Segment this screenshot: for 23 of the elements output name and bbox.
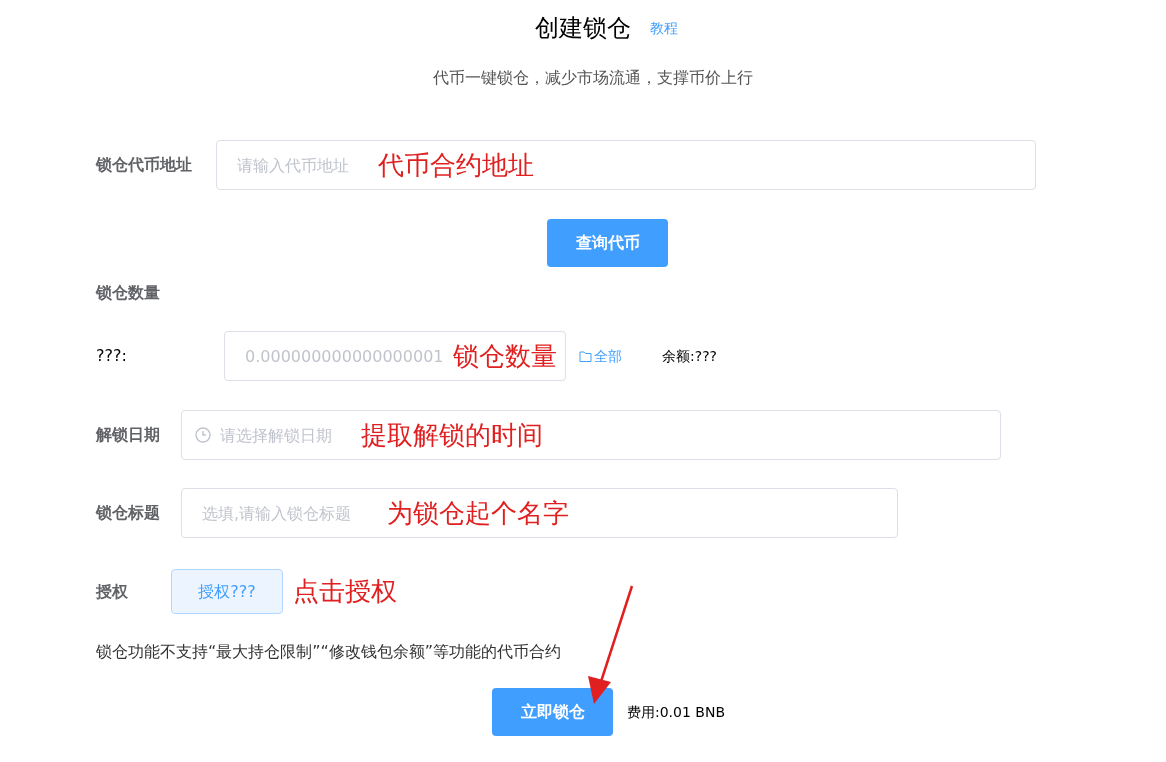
subtitle: 代币一键锁仓，减少市场流通，支撑币价上行 — [433, 68, 753, 87]
annotation-text: 锁仓数量 — [453, 339, 557, 373]
annotation-text: 提取解锁的时间 — [361, 418, 543, 452]
clock-icon — [195, 427, 211, 443]
token-label: ???: — [96, 345, 128, 367]
submit-button[interactable]: 立即锁仓 — [492, 688, 613, 736]
section-heading: 锁仓数量 — [96, 283, 160, 302]
annotation-text: 代币合约地址 — [378, 148, 534, 182]
query-button[interactable]: 查询代币 — [547, 219, 668, 267]
folder-icon — [579, 350, 592, 362]
tutorial-link[interactable]: 教程 — [650, 17, 678, 39]
authorize-button[interactable]: 授权??? — [171, 569, 283, 614]
balance-text: 余额:??? — [662, 346, 717, 366]
page-title: 创建锁仓 — [535, 13, 631, 44]
field-label: 授权 — [96, 580, 129, 603]
field-label: 解锁日期 — [96, 424, 161, 446]
field-label: 锁仓代币地址 — [96, 154, 193, 176]
field-label: 锁仓标题 — [96, 502, 161, 524]
fee-text: 费用:0.01 BNB — [627, 702, 726, 722]
all-link[interactable]: 全部 — [579, 345, 622, 367]
annotation-text: 为锁仓起个名字 — [387, 496, 569, 530]
notice-text: 锁仓功能不支持“最大持仓限制”“修改钱包余额”等功能的代币合约 — [96, 642, 562, 661]
annotation-text: 点击授权 — [293, 575, 397, 608]
